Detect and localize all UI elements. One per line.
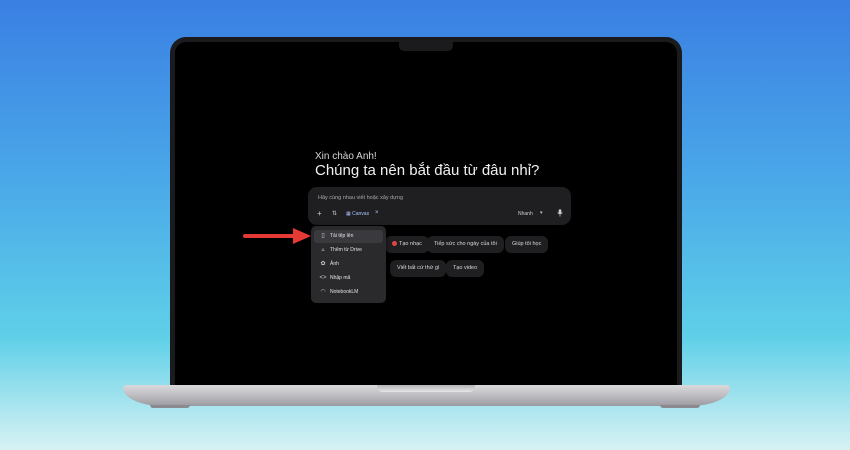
upload-icon: ▯: [321, 233, 325, 239]
tools-icon[interactable]: ⇅: [332, 210, 337, 217]
canvas-icon: ▦: [346, 211, 351, 217]
close-icon[interactable]: ×: [375, 210, 379, 216]
upload-menu: ▯ Tải tệp lên ▵ Thêm từ Drive ✿ Ảnh <> Nhập …: [311, 226, 386, 303]
menu-item-label: Tải tệp lên: [330, 233, 354, 239]
menu-item-upload[interactable]: ▯ Tải tệp lên: [314, 230, 383, 243]
plus-icon[interactable]: +: [317, 209, 322, 218]
prompt-placeholder[interactable]: Hãy cùng nhau viết hoặc xây dựng: [318, 195, 403, 201]
page-headline: Chúng ta nên bắt đầu từ đâu nhỉ?: [315, 162, 540, 179]
chevron-down-icon[interactable]: ▾: [540, 210, 543, 216]
code-icon: <>: [319, 275, 327, 281]
menu-item-photo[interactable]: ✿ Ảnh: [314, 258, 383, 271]
menu-item-code[interactable]: <> Nhập mã: [314, 272, 383, 285]
canvas-chip[interactable]: ▦ Canvas: [346, 211, 369, 217]
camera-notch: [399, 42, 453, 51]
suggestion-chip-video[interactable]: Tạo video: [446, 260, 485, 277]
chip-label: Tạo nhạc: [399, 241, 422, 247]
laptop-foot-right: [660, 405, 700, 408]
suggestion-chip-music[interactable]: Tạo nhạc: [385, 236, 429, 253]
drive-icon: ▵: [321, 247, 325, 253]
suggestion-chip-tips[interactable]: Tiếp sức cho ngày của tôi: [427, 236, 504, 253]
music-icon: [392, 241, 397, 247]
prompt-input-box[interactable]: Hãy cùng nhau viết hoặc xây dựng + ⇅ ▦ C…: [308, 187, 571, 225]
suggestion-chip-write[interactable]: Viết bất cứ thứ gì: [390, 260, 447, 277]
model-selector[interactable]: Nhanh: [518, 211, 533, 217]
menu-item-label: Ảnh: [330, 261, 339, 267]
mic-icon[interactable]: [557, 209, 563, 219]
menu-item-notebooklm[interactable]: ◠ NotebookLM: [314, 286, 383, 299]
menu-item-label: Nhập mã: [330, 275, 351, 281]
red-arrow-icon: [243, 228, 311, 244]
greeting-text: Xin chào Anh!: [315, 151, 377, 162]
canvas-label: Canvas: [352, 211, 370, 217]
suggestion-chip-learn[interactable]: Giúp tôi học: [505, 236, 549, 253]
menu-item-label: Thêm từ Drive: [330, 247, 362, 253]
notebook-icon: ◠: [320, 289, 326, 295]
menu-item-drive[interactable]: ▵ Thêm từ Drive: [314, 244, 383, 257]
menu-item-label: NotebookLM: [330, 289, 359, 295]
laptop-screen: Xin chào Anh! Chúng ta nên bắt đầu từ đâ…: [175, 42, 677, 385]
photo-icon: ✿: [320, 261, 326, 267]
laptop-hinge-groove: [377, 385, 475, 392]
laptop-foot-left: [150, 405, 190, 408]
